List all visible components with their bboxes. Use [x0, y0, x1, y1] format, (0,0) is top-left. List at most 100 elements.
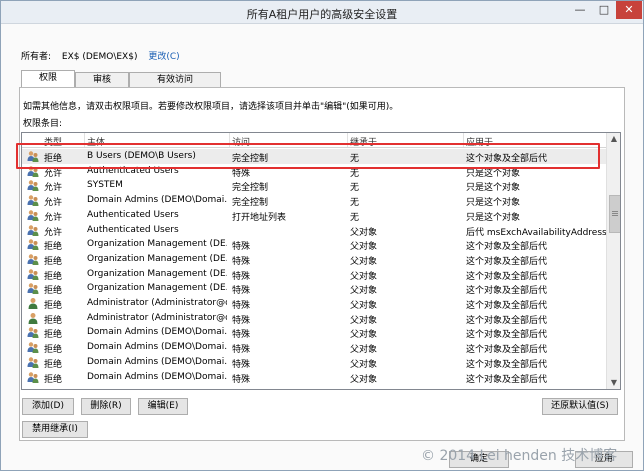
- table-row[interactable]: 拒绝 Domain Admins (DEMO\Domai... 特殊 父对象 这个对象及…: [22, 370, 606, 385]
- table-row[interactable]: 拒绝 Organization Management (DE... 特殊 父对象 这个对…: [22, 267, 606, 282]
- owner-value: EX$ (DEMO\EX$): [61, 52, 138, 62]
- group-icon: [27, 371, 39, 383]
- cell-principal: Domain Admins (DEMO\Domai...: [87, 342, 227, 353]
- cell-type: 允许: [44, 212, 63, 223]
- cell-type: 允许: [44, 183, 63, 194]
- group-icon: [27, 180, 39, 192]
- cell-access: 特殊: [232, 301, 251, 311]
- cell-access: 特殊: [232, 330, 251, 341]
- info-text: 如需其他信息，请双击权限项目。若要修改权限项目，请选择该项目并单击"编辑"(如果…: [23, 102, 399, 112]
- table-row[interactable]: 拒绝 Administrator (Administrator@d... 特殊 父对象…: [22, 296, 606, 311]
- cell-inherited: 父对象: [350, 330, 378, 341]
- user-icon: [28, 298, 38, 309]
- cell-inherited: 父对象: [350, 301, 378, 311]
- vertical-scrollbar[interactable]: ▲ ▼: [606, 133, 620, 389]
- table-row[interactable]: 拒绝 Organization Management (DE... 特殊 父对象 这个对…: [22, 252, 606, 267]
- permission-entries-list[interactable]: 类型 主体 访问 继承于 应用于 拒绝 B Users (DEMO\B Users…: [21, 132, 621, 390]
- group-icon: [27, 254, 39, 265]
- group-icon: [27, 195, 39, 207]
- table-row[interactable]: 拒绝 Domain Admins (DEMO\Domai... 特殊 父对象 这个对象及…: [22, 355, 606, 370]
- add-button[interactable]: 添加(D): [22, 398, 74, 415]
- cell-principal: Domain Admins (DEMO\Domai...: [87, 327, 227, 338]
- table-row[interactable]: 允许 Authenticated Users 父对象 后代 msExchAvailab…: [22, 223, 606, 238]
- table-row[interactable]: 拒绝 Domain Admins (DEMO\Domai... 特殊 父对象 这个对象及…: [22, 325, 606, 340]
- cell-principal: Administrator (Administrator@d...: [87, 298, 227, 308]
- scroll-thumb[interactable]: [609, 195, 620, 233]
- group-icon: [27, 357, 39, 368]
- cell-inherited: 父对象: [350, 271, 378, 282]
- close-button[interactable]: ✕: [616, 1, 642, 19]
- cell-inherited: 无: [350, 183, 360, 194]
- cell-inherited: 父对象: [350, 374, 378, 385]
- table-row[interactable]: 允许 Authenticated Users 打开地址列表 无 只是这个对象: [22, 208, 606, 223]
- table-row[interactable]: 拒绝 Domain Admins (DEMO\Domai... 特殊 父对象 这个对象及…: [22, 340, 606, 355]
- group-icon: [27, 239, 39, 251]
- cell-applies: 这个对象及全部后代: [466, 301, 548, 311]
- change-owner-link[interactable]: 更改(C): [148, 52, 179, 62]
- window-title: 所有A租户用户的高级安全设置: [246, 8, 398, 21]
- cell-inherited: 无: [350, 198, 360, 209]
- cell-applies: 这个对象及全部后代: [466, 256, 548, 267]
- tab-effective-access[interactable]: 有效访问: [129, 72, 221, 88]
- cell-access: 特殊: [232, 286, 251, 297]
- owner-label: 所有者:: [21, 52, 52, 62]
- cell-access: 完全控制: [232, 198, 269, 209]
- cell-type: 拒绝: [44, 242, 63, 253]
- scroll-down-icon[interactable]: ▼: [607, 377, 620, 389]
- cell-principal: SYSTEM: [87, 180, 123, 191]
- edit-button[interactable]: 编辑(E): [138, 398, 188, 415]
- cell-inherited: 父对象: [350, 256, 378, 267]
- cell-applies: 这个对象及全部后代: [466, 286, 548, 297]
- table-row[interactable]: 允许 SYSTEM 完全控制 无 只是这个对象: [22, 178, 606, 193]
- cell-type: 拒绝: [44, 359, 63, 370]
- cell-inherited: 父对象: [350, 227, 378, 238]
- cell-access: 特殊: [232, 345, 251, 356]
- cell-applies: 只是这个对象: [466, 183, 521, 194]
- owner-row: 所有者: EX$ (DEMO\EX$) 更改(C): [21, 49, 188, 62]
- cell-access: 打开地址列表: [232, 212, 287, 223]
- disable-inheritance-button[interactable]: 禁用继承(I): [22, 421, 88, 438]
- cell-principal: Administrator (Administrator@d...: [87, 312, 227, 323]
- cell-type: 拒绝: [44, 315, 63, 326]
- restore-defaults-button[interactable]: 还原默认值(S): [542, 398, 618, 415]
- cell-access: 完全控制: [232, 183, 269, 194]
- cell-access: 特殊: [232, 256, 251, 267]
- cell-inherited: 父对象: [350, 242, 378, 253]
- cell-principal: Domain Admins (DEMO\Domai...: [87, 356, 227, 367]
- cell-applies: 这个对象及全部后代: [466, 359, 548, 370]
- cell-type: 拒绝: [44, 345, 63, 356]
- cell-principal: Organization Management (DE...: [87, 283, 227, 294]
- group-icon: [27, 224, 39, 236]
- cell-inherited: 父对象: [350, 345, 378, 356]
- cell-type: 允许: [44, 198, 63, 209]
- cell-access: 特殊: [232, 315, 251, 326]
- cell-inherited: 父对象: [350, 286, 378, 297]
- cell-applies: 这个对象及全部后代: [466, 345, 548, 356]
- cell-applies: 这个对象及全部后代: [466, 374, 548, 385]
- cell-type: 拒绝: [44, 271, 63, 282]
- maximize-button[interactable]: □: [592, 1, 616, 19]
- scroll-up-icon[interactable]: ▲: [607, 133, 620, 145]
- table-row[interactable]: 拒绝 Administrator (Administrator@d... 特殊 父对象…: [22, 311, 606, 326]
- cell-type: 允许: [44, 227, 63, 238]
- tab-auditing[interactable]: 审核: [75, 72, 129, 88]
- cell-applies: 这个对象及全部后代: [466, 271, 548, 282]
- permission-entries-label: 权限条目:: [23, 119, 63, 129]
- watermark-text: © 2014 Lei henden 技术博客: [421, 448, 618, 464]
- cell-access: 特殊: [232, 374, 251, 385]
- group-icon: [27, 327, 39, 339]
- cell-access: 特殊: [232, 359, 251, 370]
- table-row[interactable]: 拒绝 Organization Management (DE... 特殊 父对象 这个对…: [22, 237, 606, 252]
- cell-principal: Organization Management (DE...: [87, 239, 227, 250]
- cell-access: 特殊: [232, 271, 251, 282]
- table-row[interactable]: 允许 Domain Admins (DEMO\Domai... 完全控制 无 只是这个对…: [22, 193, 606, 208]
- title-bar: 所有A租户用户的高级安全设置 — □ ✕: [1, 1, 643, 24]
- cell-access: 特殊: [232, 242, 251, 253]
- cell-applies: 这个对象及全部后代: [466, 330, 548, 341]
- table-row[interactable]: 拒绝 Organization Management (DE... 特殊 父对象 这个对…: [22, 281, 606, 296]
- group-icon: [27, 342, 39, 354]
- minimize-button[interactable]: —: [568, 1, 592, 19]
- cell-applies: 这个对象及全部后代: [466, 315, 548, 326]
- remove-button[interactable]: 删除(R): [81, 398, 131, 415]
- cell-principal: Organization Management (DE...: [87, 253, 227, 264]
